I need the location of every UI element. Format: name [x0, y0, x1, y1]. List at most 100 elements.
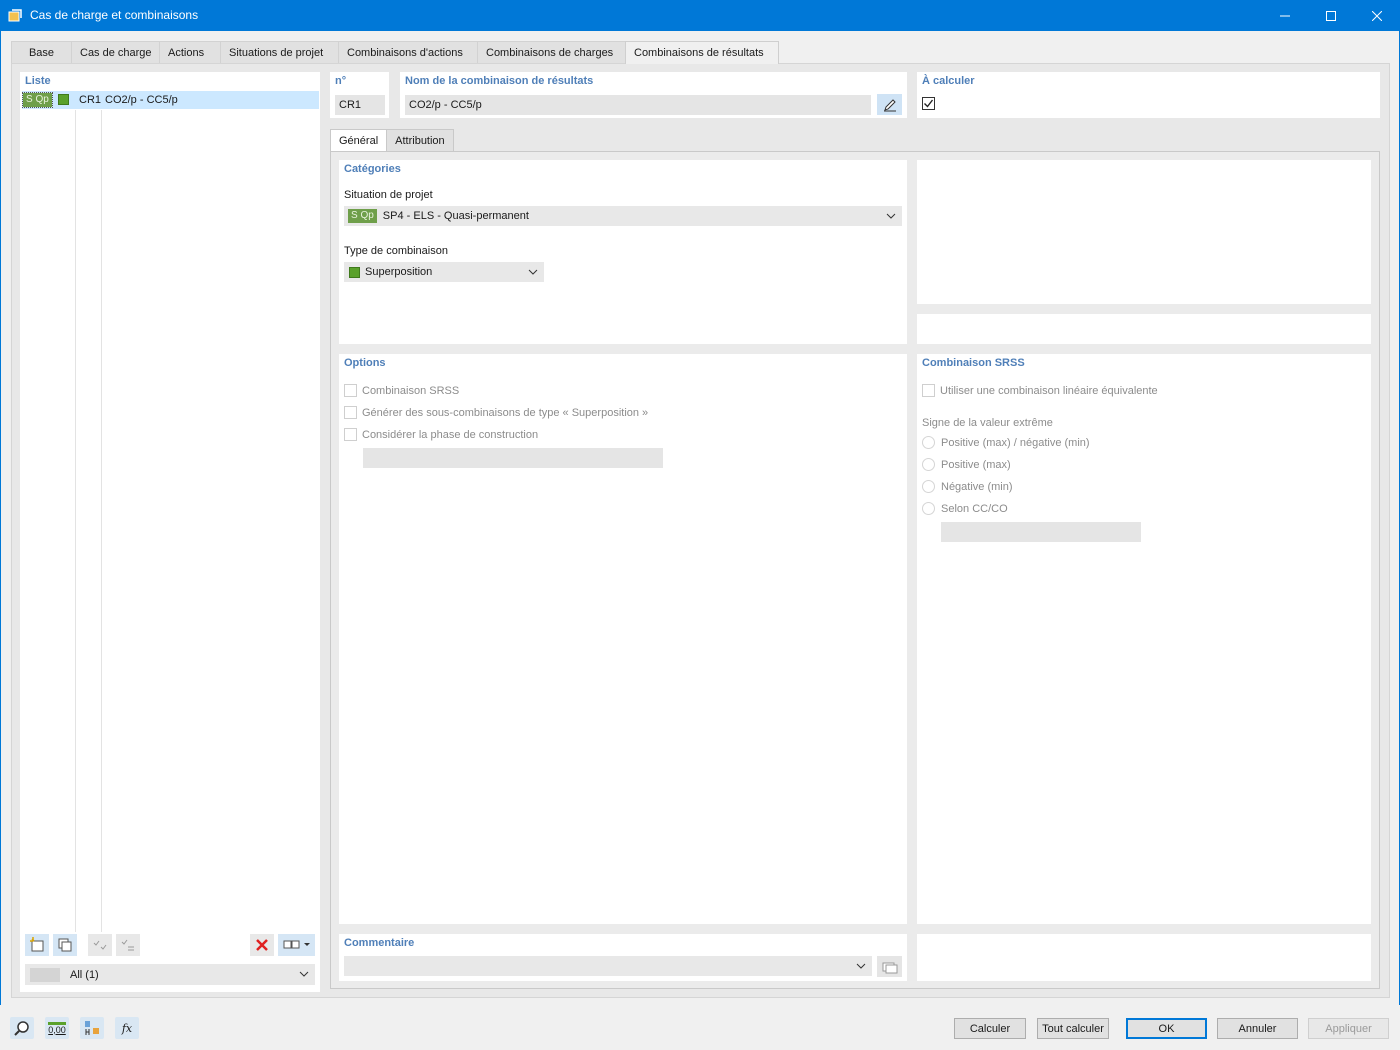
name-label: Nom de la combinaison de résultats	[405, 75, 594, 87]
list-panel	[20, 72, 320, 992]
decimal-places-button[interactable]: 0,00	[45, 1017, 69, 1039]
apply-button[interactable]: Appliquer	[1308, 1018, 1389, 1039]
radio-negative[interactable]	[922, 480, 935, 493]
decimal-places-icon: 0,00	[48, 1021, 66, 1035]
comment-library-button[interactable]	[877, 956, 902, 977]
tab-actions[interactable]: Actions	[159, 41, 221, 63]
new-item-button[interactable]	[25, 934, 49, 956]
construction-phase-field[interactable]	[363, 448, 663, 468]
chevron-down-icon	[856, 963, 866, 969]
categories-title: Catégories	[344, 163, 401, 175]
tab-combinaisons-charges[interactable]: Combinaisons de charges	[477, 41, 626, 63]
radio-positive[interactable]	[922, 458, 935, 471]
tab-attribution[interactable]: Attribution	[386, 129, 454, 151]
radio-according-cc[interactable]	[922, 502, 935, 515]
calculate-all-button[interactable]: Tout calculer	[1037, 1018, 1109, 1039]
srss-card: Combinaison SRSS Utiliser une combinaiso…	[917, 354, 1371, 924]
tab-base[interactable]: Base	[11, 41, 72, 63]
according-cc-field[interactable]	[941, 522, 1141, 542]
new-item-icon	[30, 937, 44, 952]
close-button[interactable]	[1354, 0, 1400, 31]
construction-phase-checkbox[interactable]	[344, 428, 357, 441]
rfem-app-icon	[8, 9, 22, 22]
cancel-button[interactable]: Annuler	[1217, 1018, 1298, 1039]
units-icon	[85, 1021, 99, 1035]
list-column-divider	[75, 110, 76, 932]
options-card: Options Combinaison SRSS Générer des sou…	[339, 354, 907, 924]
right-info-strip	[917, 314, 1371, 344]
name-card: Nom de la combinaison de résultats CO2/p…	[400, 72, 907, 118]
number-card: n° CR1	[330, 72, 389, 118]
right-info-card	[917, 160, 1371, 304]
calc-card: À calculer	[917, 72, 1380, 118]
maximize-icon	[1326, 10, 1336, 21]
calculate-button[interactable]: Calculer	[954, 1018, 1026, 1039]
ok-button[interactable]: OK	[1126, 1018, 1207, 1039]
tab-situations-de-projet[interactable]: Situations de projet	[220, 41, 339, 63]
name-field[interactable]: CO2/p - CC5/p	[405, 95, 871, 115]
filter-value: All (1)	[70, 968, 99, 981]
subcombinations-checkbox[interactable]	[344, 406, 357, 419]
tab-combinaisons-actions[interactable]: Combinaisons d'actions	[338, 41, 478, 63]
item-number: CR1	[79, 94, 102, 106]
combination-type-select[interactable]: Superposition	[344, 262, 544, 282]
item-name: CO2/p - CC5/p	[105, 94, 178, 106]
srss-title: Combinaison SRSS	[922, 357, 1025, 369]
edit-name-button[interactable]	[877, 94, 902, 115]
maximize-button[interactable]	[1308, 0, 1354, 31]
radio-negative-label: Négative (min)	[941, 481, 1013, 493]
categories-card: Catégories Situation de projet S Qp SP4 …	[339, 160, 907, 344]
list-label: Liste	[25, 75, 51, 87]
sub-tabs: Général Attribution	[330, 129, 454, 151]
calc-checkbox[interactable]	[922, 97, 935, 110]
subcombinations-label: Générer des sous-combinaisons de type « …	[362, 407, 649, 419]
close-icon	[1372, 10, 1382, 21]
calc-label: À calculer	[922, 75, 975, 87]
situation-badge: S Qp	[348, 209, 377, 223]
delete-icon	[256, 939, 268, 951]
check-all-button[interactable]	[88, 934, 112, 956]
view-options-icon	[283, 940, 310, 949]
radio-pos-neg-label: Positive (max) / négative (min)	[941, 437, 1090, 449]
chevron-down-icon	[528, 269, 538, 275]
tab-combinaisons-resultats[interactable]: Combinaisons de résultats	[625, 41, 779, 64]
type-label: Type de combinaison	[344, 245, 448, 257]
filter-swatch	[30, 967, 60, 982]
copy-item-button[interactable]	[53, 934, 77, 956]
title-bar: Cas de charge et combinaisons	[0, 0, 1400, 31]
list-filter-select[interactable]: All (1)	[25, 964, 315, 985]
view-options-button[interactable]	[278, 934, 315, 956]
construction-phase-label: Considérer la phase de construction	[362, 429, 539, 441]
list-column-divider	[101, 110, 102, 932]
search-help-button[interactable]	[10, 1017, 34, 1039]
radio-according-cc-label: Selon CC/CO	[941, 503, 1008, 515]
delete-button[interactable]	[250, 934, 274, 956]
linear-equivalent-label: Utiliser une combinaison linéaire équiva…	[940, 385, 1158, 397]
formula-icon: fx	[121, 1021, 133, 1035]
color-swatch	[58, 94, 69, 105]
comment-input[interactable]	[344, 956, 872, 976]
tab-cas-de-charge[interactable]: Cas de charge	[71, 41, 160, 63]
minimize-icon	[1280, 15, 1290, 16]
srss-checkbox[interactable]	[344, 384, 357, 397]
units-button[interactable]	[80, 1017, 104, 1039]
number-field[interactable]: CR1	[335, 95, 385, 115]
comment-library-icon	[882, 962, 897, 973]
options-title: Options	[344, 357, 386, 369]
type-value: Superposition	[365, 266, 433, 278]
situation-select[interactable]: S Qp SP4 - ELS - Quasi-permanent	[344, 206, 902, 226]
minimize-button[interactable]	[1262, 0, 1308, 31]
chevron-down-icon	[886, 213, 896, 219]
check-all-icon	[93, 940, 107, 950]
radio-pos-neg[interactable]	[922, 436, 935, 449]
formula-button[interactable]: fx	[115, 1017, 139, 1039]
tab-general[interactable]: Général	[330, 129, 388, 151]
window-title: Cas de charge et combinaisons	[30, 8, 199, 22]
linear-equivalent-checkbox[interactable]	[922, 384, 935, 397]
list-item[interactable]: S Qp CR1 CO2/p - CC5/p	[22, 91, 319, 109]
srss-option-label: Combinaison SRSS	[362, 385, 460, 397]
number-label: n°	[335, 75, 347, 87]
uncheck-all-icon	[121, 939, 134, 951]
sign-label: Signe de la valeur extrême	[922, 417, 1053, 429]
uncheck-all-button[interactable]	[116, 934, 140, 956]
